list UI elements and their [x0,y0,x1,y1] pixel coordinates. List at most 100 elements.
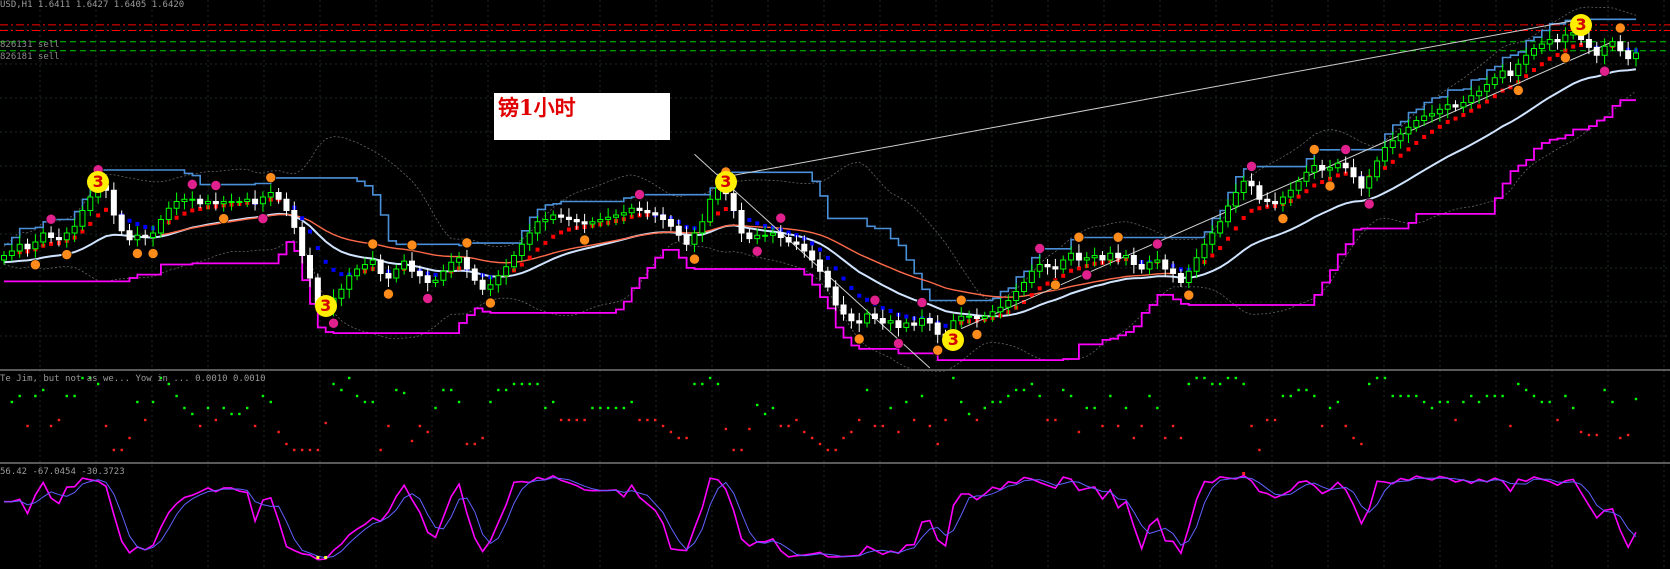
bull-candle [487,284,494,290]
indicator-up-dot [73,394,76,398]
fractal-high-marker [634,189,645,200]
bull-candle [1491,77,1498,85]
indicator-up-dot [1572,406,1575,410]
indicator-down-dot [858,418,861,422]
indicator-down-dot [936,442,939,446]
bear-candle [879,318,886,324]
trend-up-dot [1547,56,1552,61]
indicator-down-dot [1587,433,1591,437]
fractal-low-marker [932,344,943,356]
trend-up-dot [1320,180,1325,185]
oversold-dot [324,556,328,559]
bull-candle [165,207,172,220]
indicator-up-dot [1195,376,1198,380]
price-chart-canvas[interactable] [0,0,1670,569]
bear-candle [973,315,980,319]
indicator-down-dot [661,424,665,428]
indicator-up-dot [528,382,531,386]
indicator-up-dot [1564,394,1567,398]
fractal-high-marker [1152,238,1163,250]
bear-candle [197,198,204,205]
bull-candle [1327,167,1333,171]
bull-candle [754,234,761,240]
bear-candle [110,189,117,216]
timeframe-label-box[interactable]: 镑1小时 [494,93,670,140]
indicator-up-dot [1548,400,1551,404]
indicator-up-dot [1383,376,1387,380]
indicator-down-dot [49,424,53,428]
indicator-up-dot [136,400,139,404]
bear-candle [1130,255,1137,265]
bear-candle [1099,255,1106,261]
bear-candle [856,320,863,324]
indicator-down-dot [285,442,288,446]
bull-candle [966,315,973,318]
trend-up-dot [1437,124,1442,129]
bull-candle [1609,41,1616,47]
indicator-down-dot [214,418,218,422]
indicator-down-dot [881,424,884,428]
bull-candle [1531,48,1537,56]
indicator-down-dot [481,436,484,440]
bull-candle [244,198,251,202]
indicator-down-dot [685,436,688,440]
trendlines[interactable] [694,18,1613,369]
bear-candle [1177,273,1184,283]
indicator-up-dot [983,406,986,410]
indicator-down-dot [975,418,979,422]
indicator-up-dot [999,400,1002,404]
bull-candle [228,201,235,203]
bull-candle [1123,255,1129,259]
bear-candle [777,232,784,238]
bear-candle [1593,46,1600,56]
bull-candle [456,257,463,263]
trend-down-dot [300,216,305,221]
bear-candle [1248,180,1255,187]
indicator-down-dot [646,418,649,422]
indicator-down-dot [120,448,123,452]
indicator-down-dot [1250,424,1253,428]
bear-candle [934,322,941,335]
bear-candle [1138,264,1145,270]
wave-count-marker: 3 [314,295,337,318]
bear-candle [1170,268,1177,274]
bull-candle [157,219,164,234]
bear-candle [1358,176,1365,189]
bull-candle [1036,264,1043,272]
indicator-up-dot [457,400,461,404]
bull-candle [1366,176,1373,189]
bear-candle [1052,266,1059,270]
indicator-up-dot [1399,394,1402,398]
indicator-down-dot [654,418,657,422]
indicator-up-dot [1289,394,1292,398]
bear-candle [667,219,674,227]
bear-candle [824,270,831,288]
indicator-down-dot [426,430,429,434]
trend-up-dot [519,262,524,267]
trend-up-dot [1453,116,1458,121]
indicator-down-dot [465,442,469,446]
bear-candle [479,279,486,290]
bull-candle [620,212,627,216]
indicator-up-dot [1156,406,1159,410]
indicator-up-dot [1603,388,1606,392]
indicator-up-dot [348,376,351,380]
indicator-down-dot [795,418,798,422]
fractal-low-marker [485,297,496,309]
bear-candle [1264,198,1271,202]
bull-candle [1515,63,1522,76]
indicator-down-dot [1179,436,1183,440]
indicator-down-dot [128,436,131,440]
oscillator-panel [4,472,1637,561]
fractal-low-marker [61,249,73,260]
bull-candle [989,311,996,317]
indicator-up-dot [1493,394,1496,398]
bull-candle [1225,205,1231,223]
bull-candle [205,201,211,205]
indicator-down-dot [1556,418,1559,422]
indicator-up-dot [10,400,14,404]
bull-candle [495,275,502,286]
fractal-low-marker [1183,289,1195,301]
indicator-up-dot [1407,394,1410,398]
indicator-up-dot [552,400,555,404]
